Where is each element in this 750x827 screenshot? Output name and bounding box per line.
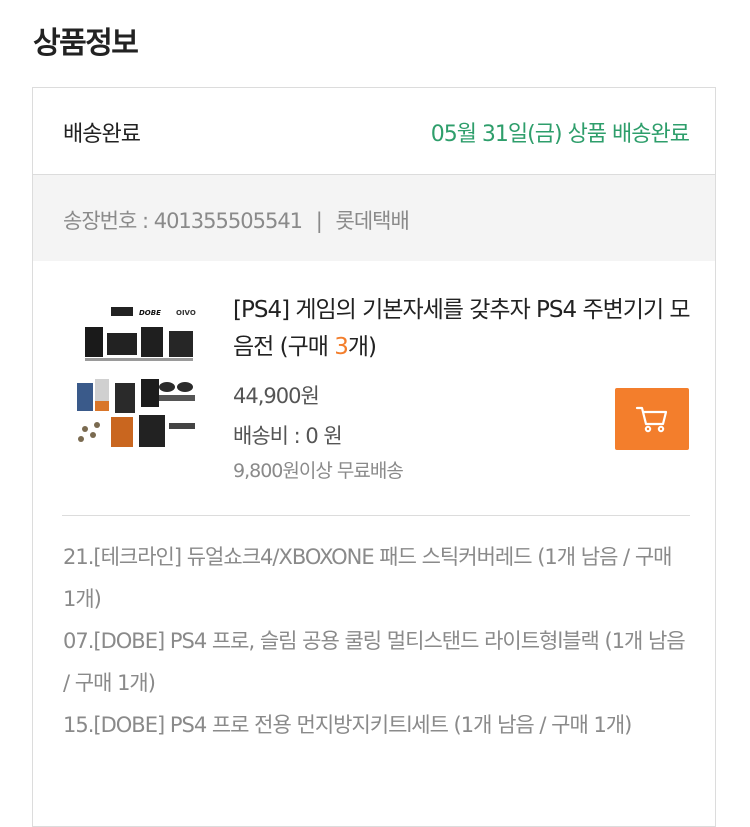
option-item: 15.[DOBE] PS4 프로 전용 먼지방지키트l세트 (1개 남음 / 구… bbox=[63, 713, 632, 737]
tracking-info: 송장번호 : 401355505541 | 롯데택배 bbox=[63, 205, 410, 235]
add-to-cart-button[interactable] bbox=[615, 388, 689, 450]
brand-logo-dobe: DOBE bbox=[139, 309, 161, 317]
product-thumbnail[interactable]: DOBE OIVO bbox=[71, 303, 211, 453]
tracking-separator: | bbox=[315, 209, 323, 233]
product-price: 44,900원 bbox=[233, 384, 320, 408]
delivery-date: 05월 31일(금) 상품 배송완료 bbox=[430, 122, 690, 147]
cart-icon bbox=[635, 406, 668, 433]
section-divider bbox=[62, 515, 690, 516]
order-card: 배송완료 05월 31일(금) 상품 배송완료 송장번호 : 401355505… bbox=[32, 87, 716, 827]
tracking-number[interactable]: 송장번호 : 401355505541 bbox=[63, 209, 303, 233]
option-item: 21.[테크라인] 듀얼쇼크4/XBOXONE 패드 스틱커버레드 (1개 남음… bbox=[63, 545, 672, 611]
product-title-text: [PS4] 게임의 기본자세를 갖추자 PS4 주변기기 모음전 (구매 bbox=[233, 297, 691, 360]
product-title-suffix: 개) bbox=[347, 334, 377, 360]
product-thumbnail-image: DOBE OIVO bbox=[71, 303, 211, 453]
courier-name: 롯데택배 bbox=[335, 209, 410, 233]
delivery-status-row: 배송완료 05월 31일(금) 상품 배송완료 bbox=[33, 88, 715, 175]
product-title[interactable]: [PS4] 게임의 기본자세를 갖추자 PS4 주변기기 모음전 (구매 3개) bbox=[233, 292, 693, 366]
brand-logo-oivo: OIVO bbox=[176, 309, 196, 317]
option-list: 21.[테크라인] 듀얼쇼크4/XBOXONE 패드 스틱커버레드 (1개 남음… bbox=[63, 536, 689, 746]
option-item: 07.[DOBE] PS4 프로, 슬림 공용 쿨링 멀티스탠드 라이트형l블랙… bbox=[63, 629, 686, 695]
delivery-status-label: 배송완료 bbox=[63, 122, 141, 147]
section-title: 상품정보 bbox=[33, 26, 139, 61]
free-shipping-note: 9,800원이상 무료배송 bbox=[233, 460, 404, 482]
tracking-row: 송장번호 : 401355505541 | 롯데택배 bbox=[33, 175, 715, 261]
shipping-fee: 배송비 : 0 원 bbox=[233, 424, 343, 448]
product-quantity: 3 bbox=[334, 334, 349, 360]
